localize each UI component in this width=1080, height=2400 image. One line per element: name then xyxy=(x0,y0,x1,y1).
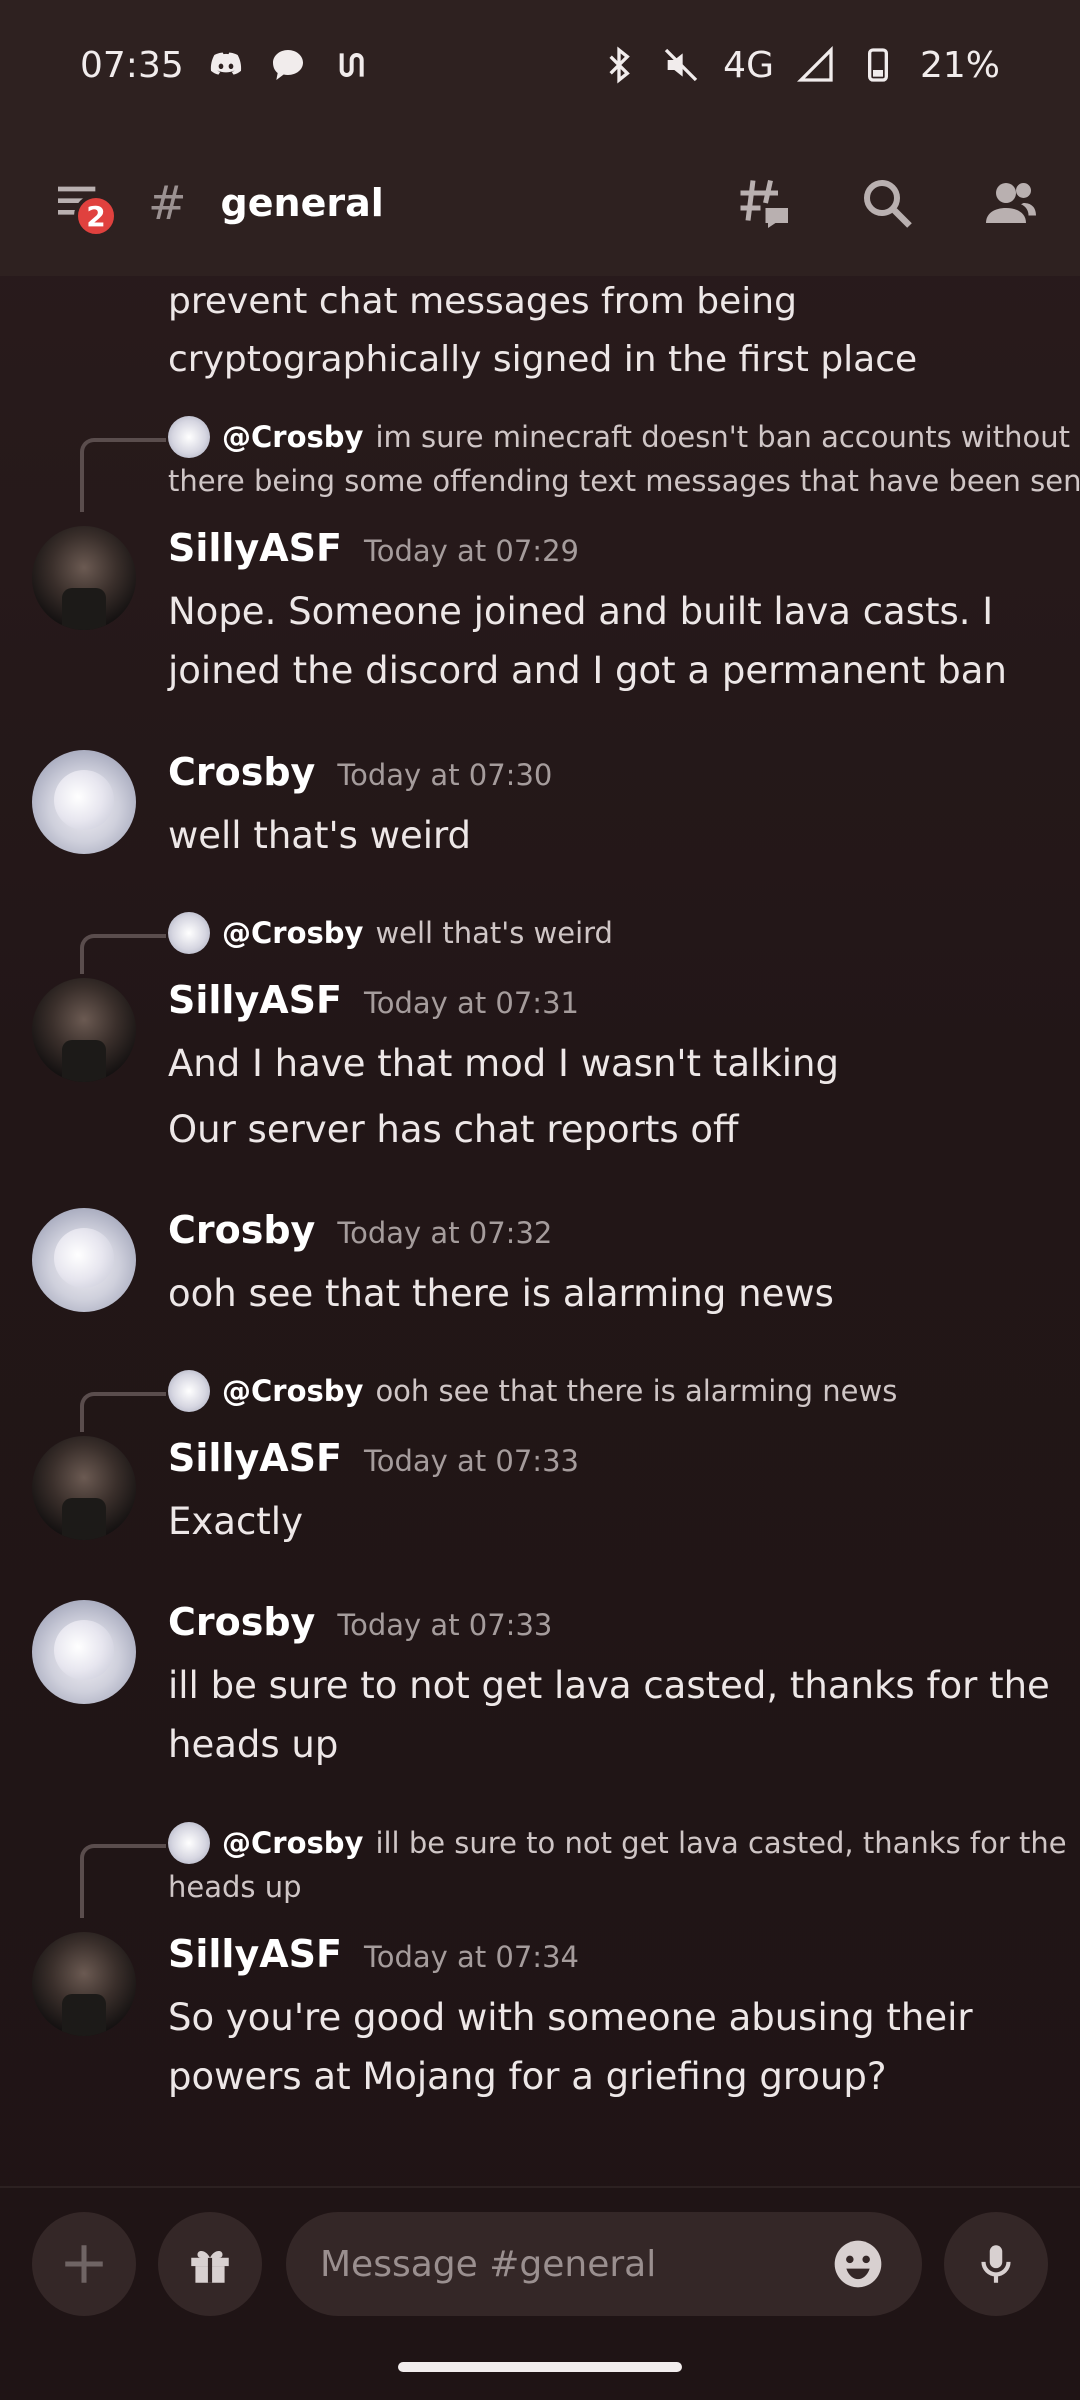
battery-icon xyxy=(858,45,898,85)
author-name[interactable]: SillyASF xyxy=(168,1932,342,1976)
reply-connector xyxy=(80,1844,166,1918)
timestamp: Today at 07:30 xyxy=(337,758,553,792)
search-icon xyxy=(864,180,912,228)
timestamp: Today at 07:33 xyxy=(337,1608,553,1642)
timestamp: Today at 07:32 xyxy=(337,1216,553,1250)
reply-snippet: ill be sure to not get lava casted, than… xyxy=(375,1826,1067,1860)
message-text: Exactly xyxy=(168,1500,303,1543)
message-text: heads up xyxy=(168,1723,339,1766)
status-bar: 07:35 4G 21% xyxy=(0,0,1080,130)
status-time: 07:35 xyxy=(80,44,184,86)
mute-icon xyxy=(661,45,701,85)
reply-avatar xyxy=(168,1822,210,1864)
plus-icon xyxy=(65,2245,103,2283)
author-name[interactable]: SillyASF xyxy=(168,1436,342,1480)
author-name[interactable]: SillyASF xyxy=(168,978,342,1022)
signal-icon xyxy=(796,45,836,85)
reply-snippet: ooh see that there is alarming news xyxy=(375,1374,898,1408)
microphone-icon xyxy=(981,2245,1011,2283)
message-list[interactable]: prevent chat messages from being cryptog… xyxy=(0,276,1080,2186)
reply-text: @Crosby ooh see that there is alarming ne… xyxy=(222,1369,897,1413)
notification-badge: 2 xyxy=(74,194,118,238)
voice-message-button[interactable] xyxy=(944,2212,1048,2316)
threads-button[interactable] xyxy=(728,168,798,238)
message-text: well that's weird xyxy=(168,814,472,857)
reply-snippet-cont: there being some offending text messages… xyxy=(168,464,1080,498)
emoji-icon xyxy=(834,2240,882,2288)
author-name[interactable]: Crosby xyxy=(168,1208,315,1252)
avatar[interactable] xyxy=(32,1436,136,1540)
reply-connector xyxy=(80,934,166,974)
reply-snippet-cont: heads up xyxy=(168,1870,302,1904)
reply-connector xyxy=(80,1392,166,1432)
add-attachment-button[interactable] xyxy=(32,2212,136,2316)
message-text: prevent chat messages from being xyxy=(168,281,797,322)
home-indicator[interactable] xyxy=(398,2362,682,2372)
battery-level: 21% xyxy=(919,44,1000,86)
reply-snippet: well that's weird xyxy=(375,916,613,950)
timestamp: Today at 07:34 xyxy=(363,1940,579,1974)
discord-icon xyxy=(206,45,246,85)
link-icon xyxy=(330,45,370,85)
channel-header: 2 # general xyxy=(0,130,1080,276)
timestamp: Today at 07:33 xyxy=(363,1444,579,1478)
gift-icon xyxy=(191,2251,229,2283)
timestamp: Today at 07:31 xyxy=(363,986,579,1020)
gift-button[interactable] xyxy=(158,2212,262,2316)
reply-mention: @Crosby xyxy=(222,1374,364,1408)
author-name[interactable]: Crosby xyxy=(168,750,315,794)
reply-snippet: im sure minecraft doesn't ban accounts w… xyxy=(375,420,1070,454)
emoji-button[interactable] xyxy=(828,2234,888,2294)
reply-text: @Crosby well that's weird xyxy=(222,911,613,955)
message-text: joined the discord and I got a permanent… xyxy=(168,649,1007,692)
reply-text: @Crosby im sure minecraft doesn't ban acc… xyxy=(222,415,1070,459)
chat-bubble-icon xyxy=(268,45,308,85)
message-text: cryptographically signed in the first pl… xyxy=(168,339,918,380)
reply-mention: @Crosby xyxy=(222,420,364,454)
avatar[interactable] xyxy=(32,1208,136,1312)
reply-mention: @Crosby xyxy=(222,916,364,950)
hash-icon: # xyxy=(148,176,187,230)
message-text: So you're good with someone abusing thei… xyxy=(168,1996,973,2039)
members-icon xyxy=(986,183,1036,223)
message-text: Nope. Someone joined and built lava cast… xyxy=(168,590,994,633)
avatar[interactable] xyxy=(32,750,136,854)
reply-text: @Crosby ill be sure to not get lava caste… xyxy=(222,1821,1067,1865)
channel-name[interactable]: general xyxy=(221,181,384,225)
author-name[interactable]: SillyASF xyxy=(168,526,342,570)
menu-button[interactable]: 2 xyxy=(34,158,124,248)
avatar[interactable] xyxy=(32,978,136,1082)
bluetooth-icon xyxy=(599,45,639,85)
avatar[interactable] xyxy=(32,1600,136,1704)
message-text: Our server has chat reports off xyxy=(168,1108,739,1151)
avatar[interactable] xyxy=(32,526,136,630)
message-text: And I have that mod I wasn't talking xyxy=(168,1042,839,1085)
search-button[interactable] xyxy=(852,168,922,238)
message-text: powers at Mojang for a griefing group? xyxy=(168,2055,887,2098)
reply-avatar xyxy=(168,1370,210,1412)
timestamp: Today at 07:29 xyxy=(363,534,579,568)
message-composer xyxy=(0,2186,1080,2400)
message-text: ill be sure to not get lava casted, than… xyxy=(168,1664,1050,1707)
author-name[interactable]: Crosby xyxy=(168,1600,315,1644)
members-button[interactable] xyxy=(976,168,1046,238)
threads-icon xyxy=(740,179,788,228)
reply-connector xyxy=(80,438,166,512)
message-input-box[interactable] xyxy=(286,2212,922,2316)
network-type: 4G xyxy=(723,44,774,86)
message-input[interactable] xyxy=(320,2243,828,2285)
reply-avatar xyxy=(168,416,210,458)
reply-mention: @Crosby xyxy=(222,1826,364,1860)
reply-avatar xyxy=(168,912,210,954)
message-text: ooh see that there is alarming news xyxy=(168,1272,834,1315)
avatar[interactable] xyxy=(32,1932,136,2036)
